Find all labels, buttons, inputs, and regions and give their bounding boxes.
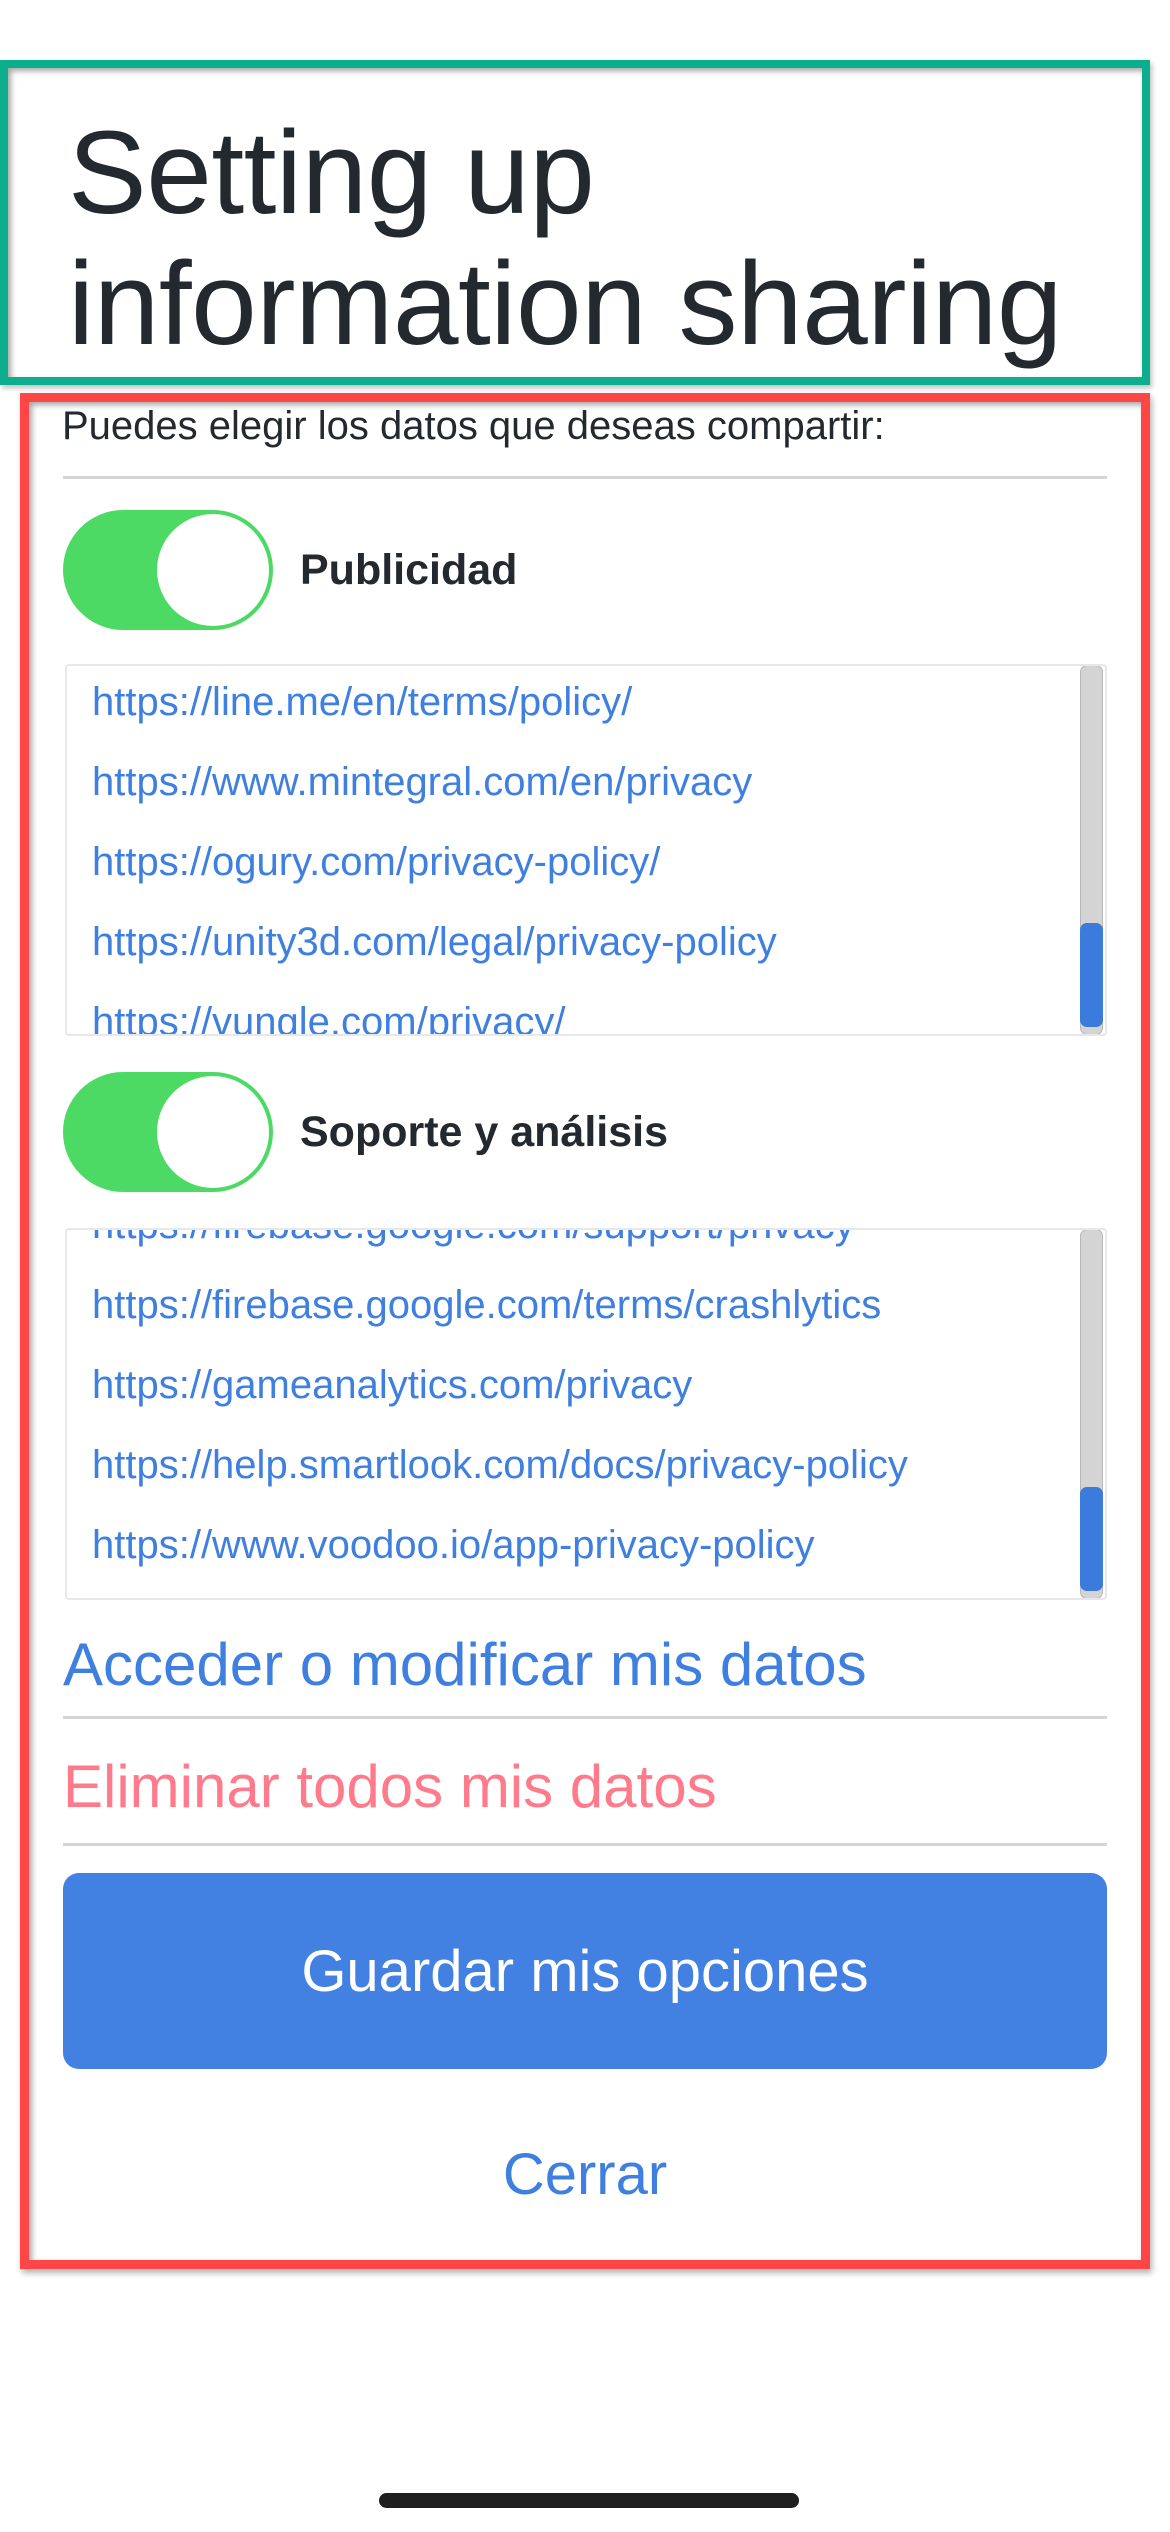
partner-policy-link[interactable]: https://unity3d.com/legal/privacy-policy <box>92 902 1065 982</box>
save-options-button[interactable]: Guardar mis opciones <box>63 1873 1107 2069</box>
scrollbar-thumb[interactable] <box>1080 923 1103 1027</box>
support-analytics-label: Soporte y análisis <box>300 1107 669 1156</box>
toggle-knob <box>157 514 269 626</box>
advertising-url-list: https://line.me/en/terms/policy/ https:/… <box>92 666 1065 1034</box>
scrollbar-thumb[interactable] <box>1080 1487 1103 1591</box>
partner-policy-link[interactable]: https://www.voodoo.io/app-privacy-policy <box>92 1505 1065 1585</box>
support-analytics-list-scrollbar[interactable] <box>1080 1230 1103 1598</box>
page-title-line-1: Setting up <box>68 107 595 239</box>
advertising-list-scrollbar[interactable] <box>1080 666 1103 1034</box>
support-analytics-toggle[interactable] <box>63 1072 273 1192</box>
intro-text: Puedes elegir los datos que deseas compa… <box>62 404 885 448</box>
home-indicator[interactable] <box>379 2493 799 2508</box>
advertising-label: Publicidad <box>300 545 518 594</box>
partner-policy-link[interactable]: https://firebase.google.com/terms/crashl… <box>92 1265 1065 1345</box>
partner-policy-link[interactable]: https://www.mintegral.com/en/privacy <box>92 742 1065 822</box>
partner-policy-link[interactable]: https://gameanalytics.com/privacy <box>92 1345 1065 1425</box>
section-support-analytics-header: Soporte y análisis <box>63 1072 1107 1192</box>
partner-policy-link[interactable]: https://help.smartlook.com/docs/privacy-… <box>92 1425 1065 1505</box>
advertising-toggle[interactable] <box>63 510 273 630</box>
support-analytics-partner-list[interactable]: https://firebase.google.com/support/priv… <box>65 1228 1107 1600</box>
partner-policy-link[interactable]: https://firebase.google.com/support/priv… <box>92 1230 1065 1265</box>
toggle-knob <box>157 1076 269 1188</box>
partner-policy-link[interactable]: https://line.me/en/terms/policy/ <box>92 666 1065 742</box>
partner-policy-link[interactable]: https://ogury.com/privacy-policy/ <box>92 822 1065 902</box>
close-button[interactable]: Cerrar <box>63 2140 1107 2210</box>
privacy-settings-screen: Setting up information sharing Puedes el… <box>0 0 1170 2532</box>
delete-all-data-link[interactable]: Eliminar todos mis datos <box>63 1752 717 1822</box>
divider <box>63 1843 1107 1846</box>
support-analytics-url-list: https://firebase.google.com/support/priv… <box>92 1230 1065 1585</box>
divider <box>63 1716 1107 1719</box>
page-title: Setting up information sharing <box>68 108 1128 370</box>
title-region: Setting up information sharing <box>0 60 1150 385</box>
divider <box>63 476 1107 479</box>
page-title-line-2: information sharing <box>68 238 1063 370</box>
section-advertising-header: Publicidad <box>63 510 1107 630</box>
advertising-partner-list[interactable]: https://line.me/en/terms/policy/ https:/… <box>65 664 1107 1036</box>
save-options-button-label: Guardar mis opciones <box>301 1938 869 2004</box>
partner-policy-link[interactable]: https://vungle.com/privacy/ <box>92 982 1065 1034</box>
access-modify-data-link[interactable]: Acceder o modificar mis datos <box>63 1630 867 1700</box>
